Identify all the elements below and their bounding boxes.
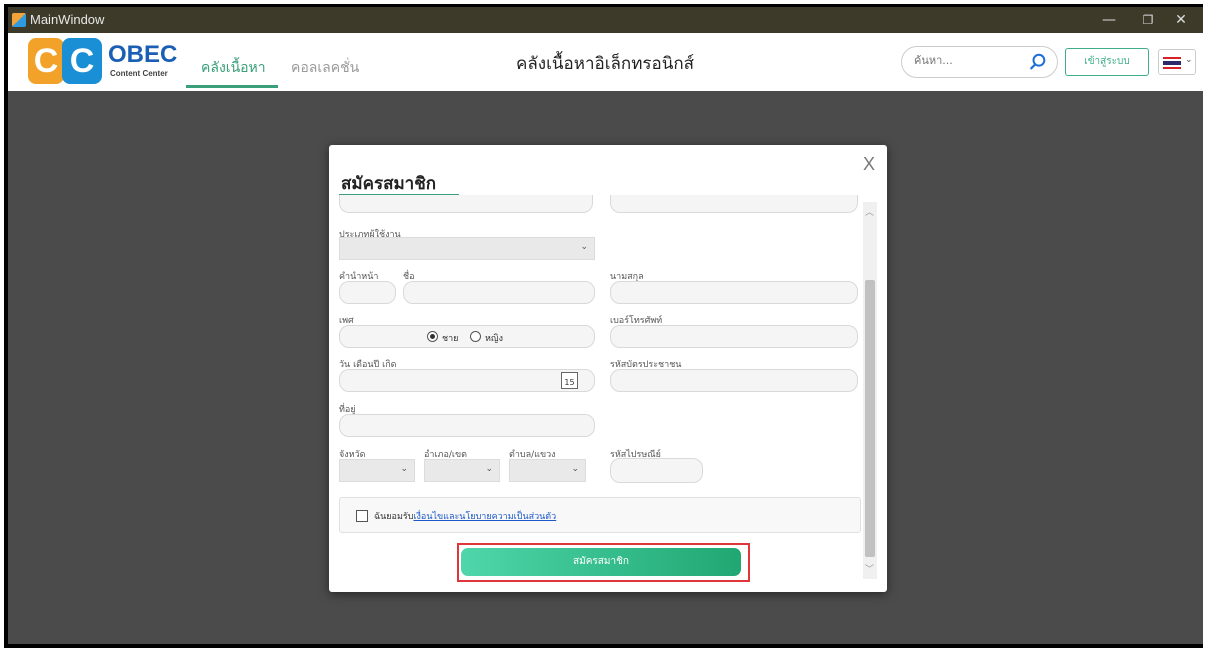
obec-logo[interactable]: C C OBEC Content Center bbox=[28, 38, 178, 86]
register-dialog: X สมัครสมาชิก ประเภทผู้ใช้งาน ⌄ คำนำหน้า… bbox=[329, 145, 887, 592]
last-name-field[interactable] bbox=[610, 281, 858, 304]
scroll-up-icon[interactable]: ︿ bbox=[865, 205, 874, 218]
consent-box: ฉันยอมรับเงื่อนไขและนโยบายความเป็นส่วนตั… bbox=[339, 497, 861, 533]
window-titlebar: MainWindow — ❐ ✕ bbox=[8, 7, 1203, 33]
page-title: คลังเนื้อหาอิเล็กทรอนิกส์ bbox=[516, 54, 695, 74]
subdistrict-select[interactable]: ⌄ bbox=[509, 459, 586, 482]
chevron-down-icon: ⌄ bbox=[580, 242, 588, 252]
close-dialog-button[interactable]: X bbox=[863, 154, 875, 175]
tab-collection[interactable]: คอลเลคชั่น bbox=[291, 57, 359, 79]
register-submit-button[interactable]: สมัครสมาชิก bbox=[461, 548, 741, 576]
consent-text: ฉันยอมรับเงื่อนไขและนโยบายความเป็นส่วนตั… bbox=[374, 509, 556, 523]
gender-male-radio[interactable] bbox=[427, 331, 438, 342]
phone-field[interactable] bbox=[610, 325, 858, 348]
maximize-button[interactable]: ❐ bbox=[1133, 9, 1163, 31]
thai-flag-icon bbox=[1163, 57, 1181, 69]
logo-letter-c2: C bbox=[62, 38, 102, 84]
search-box[interactable] bbox=[901, 46, 1058, 78]
district-select[interactable]: ⌄ bbox=[424, 459, 500, 482]
scrollbar-thumb[interactable] bbox=[865, 280, 875, 557]
logo-subtitle: Content Center bbox=[110, 69, 168, 78]
chevron-down-icon: ⌄ bbox=[485, 464, 493, 474]
user-type-select[interactable]: ⌄ bbox=[339, 237, 595, 260]
calendar-icon[interactable]: 15 bbox=[561, 372, 578, 389]
login-button[interactable]: เข้าสู่ระบบ bbox=[1065, 48, 1149, 76]
gender-male-label: ชาย bbox=[442, 334, 459, 344]
app-header: C C OBEC Content Center คลังเนื้อหา คอลเ… bbox=[8, 33, 1203, 91]
address-field[interactable] bbox=[339, 414, 595, 437]
postal-code-field[interactable] bbox=[610, 458, 703, 483]
prefix-field[interactable] bbox=[339, 281, 396, 304]
app-icon bbox=[12, 13, 26, 27]
dialog-scrollbar[interactable]: ︿ ﹀ bbox=[863, 202, 877, 579]
close-window-button[interactable]: ✕ bbox=[1166, 9, 1196, 31]
logo-brand: OBEC bbox=[108, 41, 178, 68]
gender-field: ชาย หญิง bbox=[339, 325, 595, 348]
search-icon[interactable] bbox=[1029, 53, 1047, 71]
search-input[interactable] bbox=[914, 54, 1024, 67]
birthdate-field[interactable]: 15 bbox=[339, 369, 595, 392]
first-name-field[interactable] bbox=[403, 281, 595, 304]
chevron-down-icon: ⌄ bbox=[571, 464, 579, 474]
tab-content-library[interactable]: คลังเนื้อหา bbox=[201, 57, 266, 79]
previous-field-left[interactable] bbox=[339, 195, 593, 213]
scroll-down-icon[interactable]: ﹀ bbox=[865, 562, 874, 575]
minimize-button[interactable]: — bbox=[1094, 9, 1124, 31]
active-tab-indicator bbox=[186, 85, 278, 88]
gender-female-label: หญิง bbox=[485, 334, 503, 344]
id-card-field[interactable] bbox=[610, 369, 858, 392]
chevron-down-icon: ⌄ bbox=[400, 464, 408, 474]
dialog-title: สมัครสมาชิก bbox=[341, 174, 437, 194]
chevron-down-icon: ⌄ bbox=[1185, 55, 1193, 65]
window-title: MainWindow bbox=[30, 12, 105, 27]
consent-prefix: ฉันยอมรับ bbox=[374, 512, 414, 522]
province-select[interactable]: ⌄ bbox=[339, 459, 415, 482]
logo-letter-c1: C bbox=[28, 38, 64, 84]
consent-checkbox[interactable] bbox=[356, 510, 368, 522]
gender-female-radio[interactable] bbox=[470, 331, 481, 342]
language-selector[interactable]: ⌄ bbox=[1158, 49, 1196, 75]
privacy-policy-link[interactable]: เงื่อนไขและนโยบายความเป็นส่วนตัว bbox=[413, 512, 556, 522]
previous-field-right[interactable] bbox=[610, 195, 858, 213]
